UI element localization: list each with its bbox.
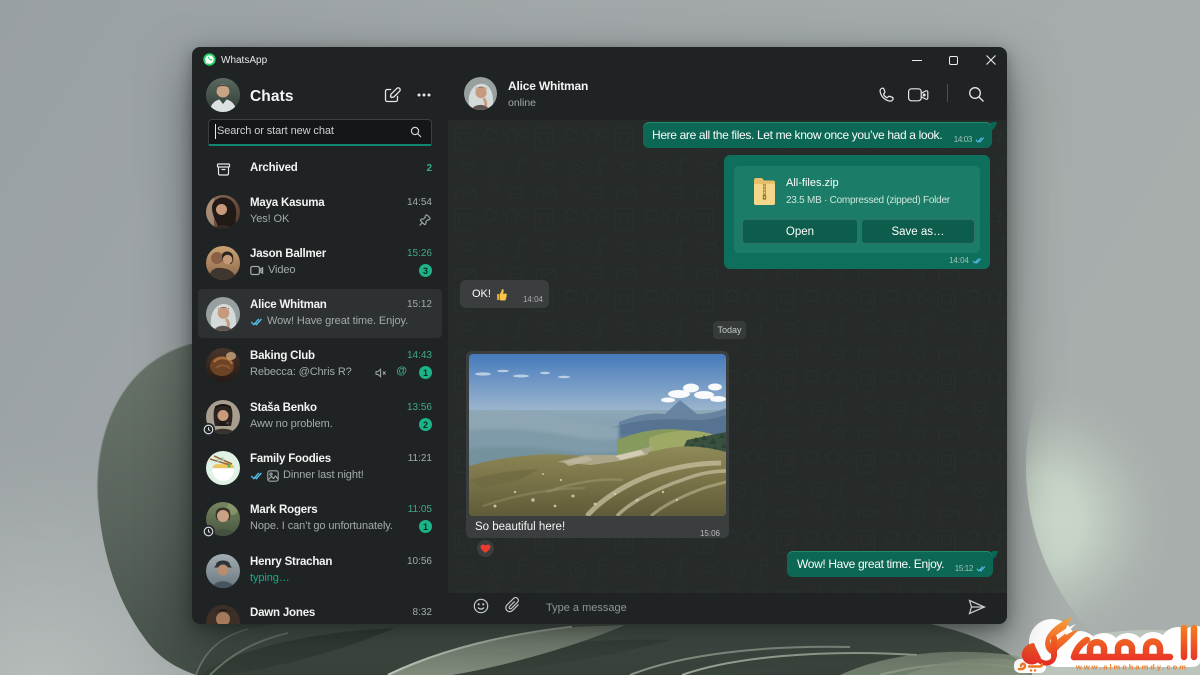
svg-text:www.almohamdy.com: www.almohamdy.com: [1075, 663, 1188, 672]
